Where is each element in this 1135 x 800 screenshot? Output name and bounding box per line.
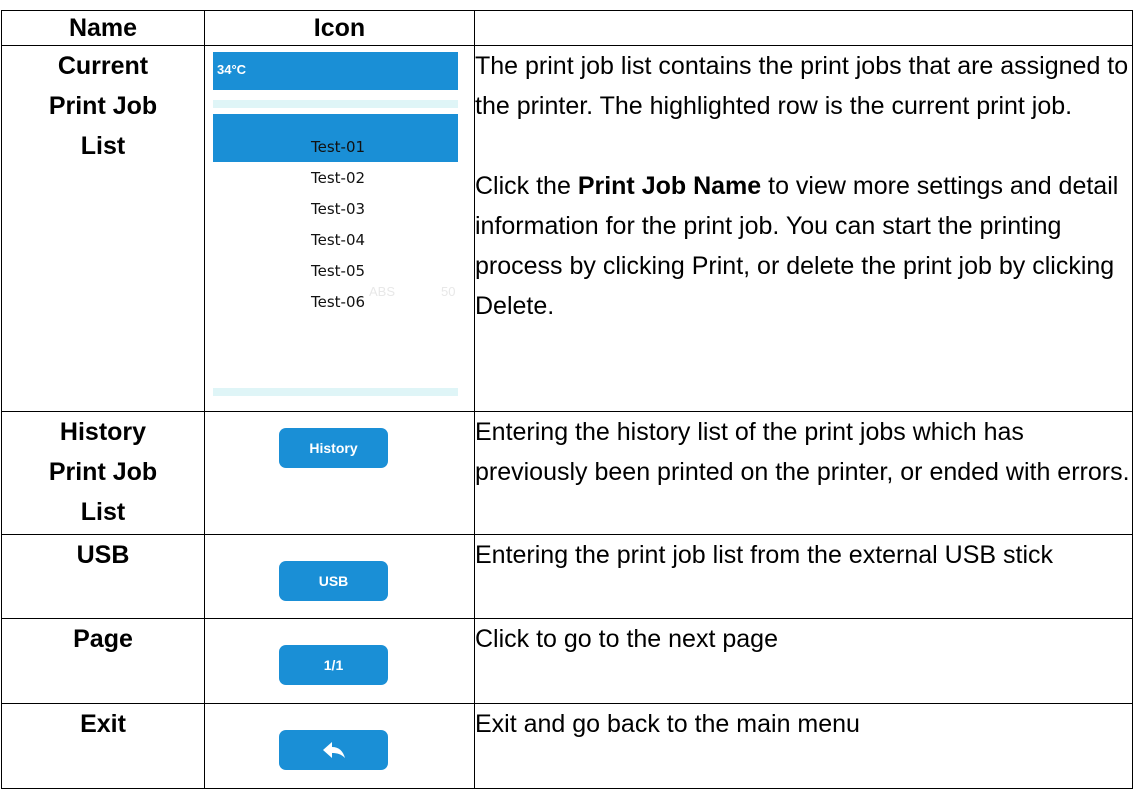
- temperature-readout: 34°C: [217, 62, 247, 77]
- back-arrow-icon: [322, 742, 345, 758]
- row-icon-cell: 1/1: [204, 618, 475, 704]
- row-name: Exit: [1, 703, 205, 789]
- preview-divider: [213, 100, 458, 108]
- row-name: Page: [1, 618, 205, 704]
- job-item[interactable]: Test-04: [311, 231, 365, 249]
- job-item[interactable]: Test-01: [311, 138, 365, 156]
- feature-table: Name Icon Current Print Job List 34°C Te…: [1, 10, 1133, 789]
- table-row: Exit Exit and go back to the main menu: [1, 703, 1133, 789]
- row-icon-cell: 34°C Test-01 Test-02 Test-03 Test-04 Tes…: [204, 45, 475, 412]
- row-name: Current Print Job List: [1, 45, 205, 412]
- row-description: Entering the print job list from the ext…: [474, 534, 1133, 619]
- job-item[interactable]: Test-05: [311, 262, 365, 280]
- table-row: Page 1/1 Click to go to the next page: [1, 618, 1133, 704]
- table-row: History Print Job List History Entering …: [1, 411, 1133, 535]
- page-button[interactable]: 1/1: [279, 645, 388, 685]
- row-description: The print job list contains the print jo…: [474, 45, 1133, 412]
- usb-button[interactable]: USB: [279, 561, 388, 601]
- ghost-material-text: ABS: [369, 284, 396, 299]
- row-name: History Print Job List: [1, 411, 205, 535]
- header-description: [474, 10, 1133, 46]
- history-button[interactable]: History: [279, 428, 388, 468]
- row-name: USB: [1, 534, 205, 619]
- job-item[interactable]: Test-03: [311, 200, 365, 218]
- ghost-value-text: 50: [441, 284, 456, 299]
- row-icon-cell: USB: [204, 534, 475, 619]
- table-row: USB USB Entering the print job list from…: [1, 534, 1133, 619]
- row-description: Exit and go back to the main menu: [474, 703, 1133, 789]
- row-icon-cell: [204, 703, 475, 789]
- preview-header-bar: [213, 52, 458, 90]
- row-description: Click to go to the next page: [474, 618, 1133, 704]
- header-name: Name: [1, 10, 205, 46]
- row-icon-cell: History: [204, 411, 475, 535]
- header-icon: Icon: [204, 10, 475, 46]
- exit-button[interactable]: [279, 730, 388, 770]
- table-row: Current Print Job List 34°C Test-01 Test…: [1, 45, 1133, 412]
- print-job-list-preview: 34°C Test-01 Test-02 Test-03 Test-04 Tes…: [213, 52, 458, 398]
- row-description: Entering the history list of the print j…: [474, 411, 1133, 535]
- description-paragraph: Click the Print Job Name to view more se…: [475, 172, 1119, 320]
- job-item[interactable]: Test-02: [311, 169, 365, 187]
- preview-footer-strip: [213, 388, 458, 396]
- header-row: Name Icon: [1, 10, 1133, 46]
- job-item[interactable]: Test-06: [311, 293, 365, 311]
